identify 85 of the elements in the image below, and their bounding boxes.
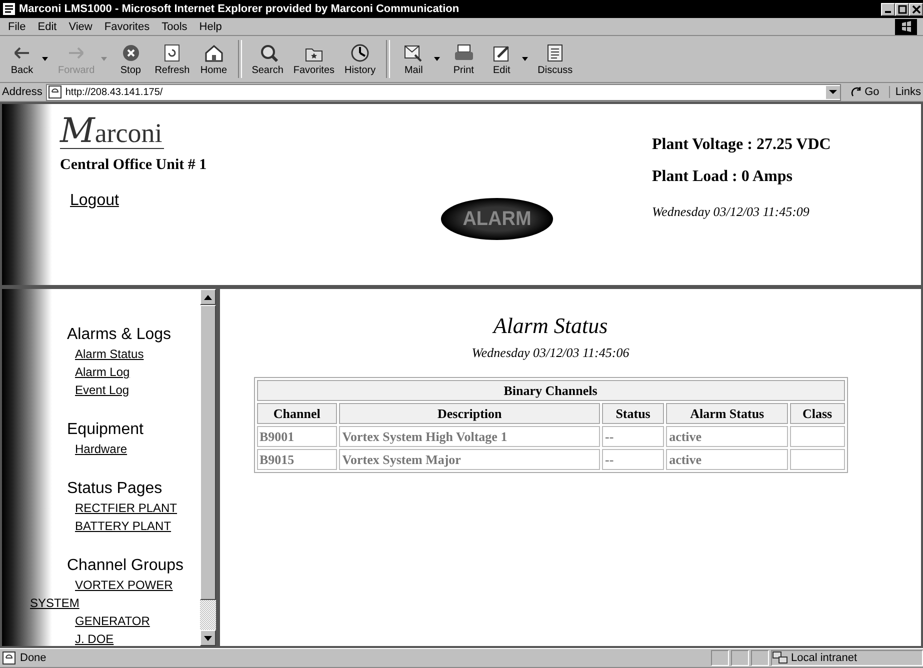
dropdown-arrow-icon[interactable] (522, 57, 528, 61)
status-panel (751, 650, 769, 666)
zone-text: Local intranet (791, 652, 858, 664)
page-icon (2, 651, 16, 665)
table-cell: active (666, 449, 788, 470)
nav-link[interactable]: Alarm Status (30, 345, 180, 363)
table-cell: Vortex System Major (339, 449, 600, 470)
column-header: Description (339, 403, 600, 424)
section-heading: Channel Groups (67, 556, 184, 576)
table-cell: B9001 (256, 426, 338, 447)
menu-item[interactable]: Edit (32, 20, 63, 32)
column-header: Channel (256, 403, 338, 424)
toolbar-button[interactable]: Print (446, 40, 482, 78)
nav-link[interactable]: BATTERY PLANT (30, 517, 180, 535)
maximize-icon (896, 4, 908, 14)
logout-link[interactable]: Logout (70, 192, 119, 210)
unit-name: Central Office Unit # 1 (60, 157, 207, 174)
toolbar-button[interactable]: History (340, 40, 380, 78)
menu-item[interactable]: View (62, 20, 98, 32)
home-icon (202, 42, 225, 62)
go-button[interactable]: Go (844, 86, 886, 98)
scroll-up-button[interactable] (200, 289, 216, 305)
nav-link[interactable]: Alarm Log (30, 363, 180, 381)
status-panel (711, 650, 729, 666)
toolbar-button[interactable]: Back (4, 40, 40, 78)
close-icon (910, 4, 922, 14)
table-cell: active (666, 426, 788, 447)
menu-item[interactable]: File (2, 20, 32, 32)
down-arrow-icon (204, 636, 212, 640)
menu-item[interactable]: Help (193, 20, 228, 32)
scrollbar[interactable] (200, 289, 216, 646)
plant-load: Plant Load : 0 Amps (652, 168, 794, 186)
column-header: Status (602, 403, 664, 424)
table-caption: Binary Channels (256, 380, 844, 401)
table-cell: -- (602, 426, 664, 447)
page-icon (48, 85, 62, 99)
menu-item[interactable]: Favorites (98, 20, 156, 32)
close-button[interactable] (909, 2, 923, 16)
address-label: Address (2, 86, 42, 98)
plant-voltage: Plant Voltage : 27.25 VDC (652, 136, 831, 154)
toolbar-button[interactable]: Refresh (150, 40, 194, 78)
address-field[interactable]: http://208.43.141.175/ (46, 84, 841, 100)
dropdown-arrow-icon[interactable] (434, 57, 440, 61)
toolbar-button[interactable]: Discuss (534, 40, 577, 78)
maximize-button[interactable] (895, 2, 909, 16)
nav-link[interactable]: Event Log (30, 381, 180, 399)
date-time: Wednesday 03/12/03 11:45:09 (652, 204, 810, 220)
column-header: Alarm Status (666, 403, 788, 424)
links-button[interactable]: Links (889, 86, 923, 98)
scroll-thumb[interactable] (200, 305, 216, 600)
alarm-indicator: ALARM (440, 198, 554, 240)
date-time: Wednesday 03/12/03 11:45:06 (472, 345, 630, 361)
section-heading: Equipment (67, 420, 144, 440)
table-cell: Vortex System High Voltage 1 (339, 426, 600, 447)
minimize-icon (885, 11, 891, 13)
network-icon (772, 651, 788, 665)
minimize-button[interactable] (881, 2, 895, 16)
scroll-down-button[interactable] (200, 630, 216, 646)
menu-item[interactable]: Tools (156, 20, 194, 32)
toolbar-button[interactable]: Home (196, 40, 232, 78)
toolbar-button[interactable]: Favorites (289, 40, 339, 78)
toolbar-button[interactable]: Edit (484, 40, 520, 78)
dropdown-arrow-icon[interactable] (42, 57, 48, 61)
table-cell: -- (602, 449, 664, 470)
section-heading: Alarms & Logs (67, 325, 172, 345)
nav-link[interactable]: VORTEX POWER SYSTEM (30, 576, 180, 612)
toolbar-button[interactable]: Search (248, 40, 288, 78)
window-title: Marconi LMS1000 - Microsoft Internet Explorer provided by Marconi Communication (19, 3, 460, 15)
toolbar-button[interactable]: Mail (396, 40, 432, 78)
toolbar-button[interactable]: Stop (112, 40, 149, 78)
clock-icon (349, 42, 372, 62)
printer-icon (452, 42, 475, 62)
up-arrow-icon (204, 294, 212, 300)
section-heading: Status Pages (67, 479, 162, 499)
logo: Marconi (60, 116, 164, 149)
nav-link[interactable]: Hardware (30, 440, 180, 458)
table-cell: B9015 (256, 449, 338, 470)
nav-link[interactable]: GENERATOR (30, 612, 180, 630)
page-title: Alarm Status (493, 313, 608, 339)
nav-link[interactable]: J. DOE (30, 630, 180, 648)
nav-link[interactable]: RECTFIER PLANT (30, 499, 180, 517)
status-panel (731, 650, 749, 666)
column-header: Class (790, 403, 844, 424)
status-text: Done (20, 652, 46, 664)
go-arrow-icon (850, 86, 863, 98)
